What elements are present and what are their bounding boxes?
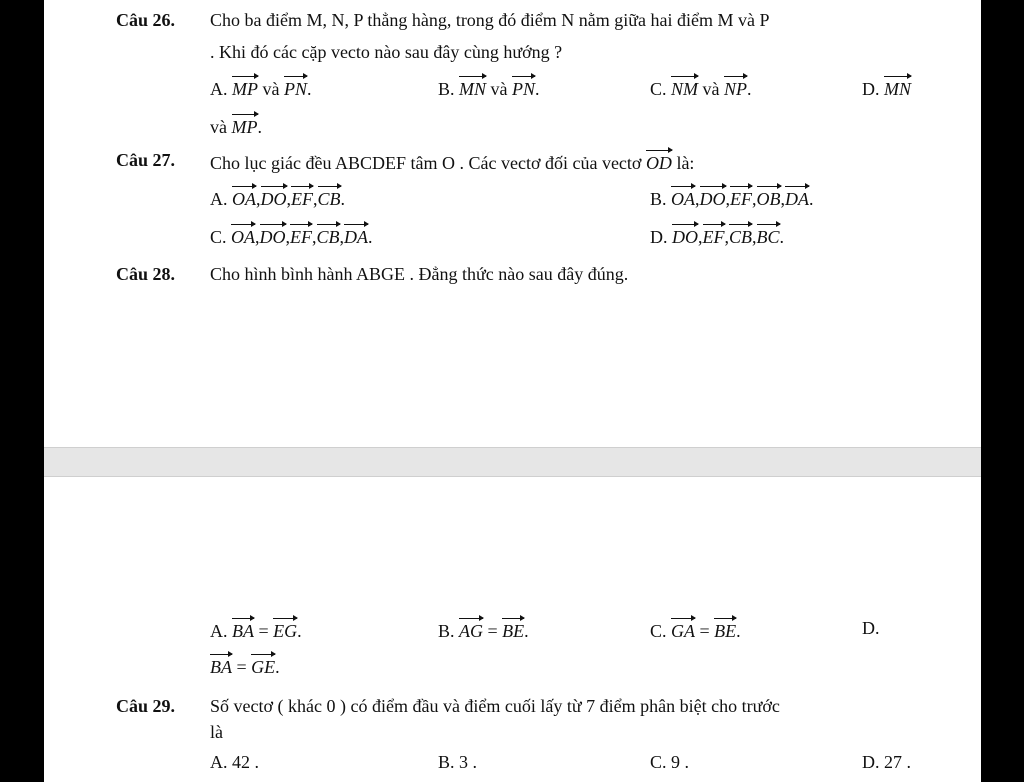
question-28-option-d: D. bbox=[862, 618, 880, 638]
question-29-option-c: C. 9 . bbox=[650, 752, 690, 772]
question-29-text-line2: là bbox=[210, 722, 223, 742]
question-29-option-a: A. 42 . bbox=[210, 752, 259, 772]
page-break-separator bbox=[44, 447, 981, 477]
question-29-number: Câu 29. bbox=[116, 696, 176, 716]
question-26-text-line2: . Khi đó các cặp vecto nào sau đây cùng … bbox=[210, 42, 563, 62]
question-28-text: Cho hình bình hành ABGE . Đẳng thức nào … bbox=[210, 264, 629, 284]
question-27-option-c: C. OA,DO,EF,CB,DA. bbox=[210, 221, 373, 249]
question-28-option-d-continued: BA = GE. bbox=[210, 651, 280, 679]
question-26-number: Câu 26. bbox=[116, 10, 176, 30]
question-27-option-a: A. OA,DO,EF,CB. bbox=[210, 183, 345, 211]
question-27-text: Cho lục giác đều ABCDEF tâm O . Các vect… bbox=[210, 147, 694, 175]
question-29-option-b: B. 3 . bbox=[438, 752, 478, 772]
question-28-option-b: B. AG = BE. bbox=[438, 615, 529, 643]
question-29-text-line1: Số vectơ ( khác 0 ) có điểm đầu và điểm … bbox=[210, 696, 780, 716]
question-26-option-a: A. MP và PN. bbox=[210, 73, 312, 101]
question-26-text-line1: Cho ba điểm M, N, P thẳng hàng, trong đó… bbox=[210, 10, 770, 30]
question-28-number: Câu 28. bbox=[116, 264, 176, 284]
question-26-option-b: B. MN và PN. bbox=[438, 73, 540, 101]
question-26-option-d: D. MN bbox=[862, 73, 912, 101]
question-28-option-c: C. GA = BE. bbox=[650, 615, 741, 643]
question-26-option-c: C. NM và NP. bbox=[650, 73, 752, 101]
question-27-option-d: D. DO,EF,CB,BC. bbox=[650, 221, 784, 249]
document-page: Câu 26. Cho ba điểm M, N, P thẳng hàng, … bbox=[44, 0, 981, 782]
question-27-number: Câu 27. bbox=[116, 150, 176, 170]
question-27-option-b: B. OA,DO,EF,OB,DA. bbox=[650, 183, 814, 211]
question-29-option-d: D. 27 . bbox=[862, 752, 911, 772]
question-26-option-d-continued: và MP. bbox=[210, 111, 262, 139]
question-28-option-a: A. BA = EG. bbox=[210, 615, 302, 643]
